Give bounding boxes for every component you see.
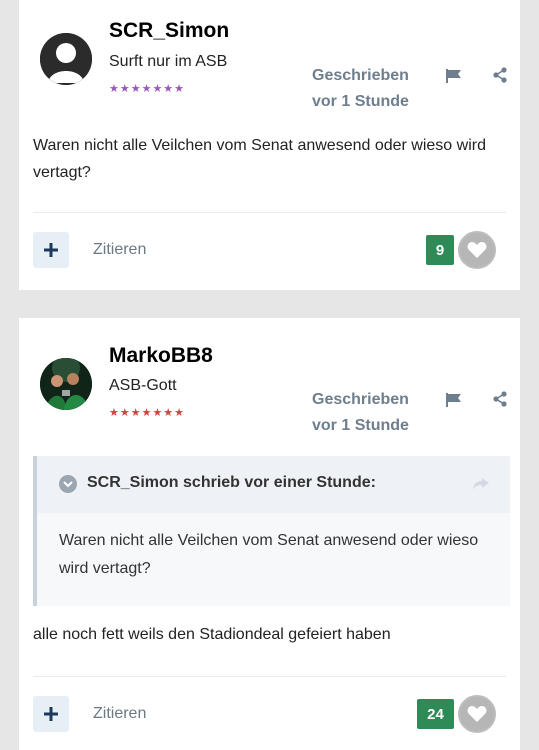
post-time[interactable]: vor 1 Stunde xyxy=(312,413,409,439)
quote-button[interactable]: Zitieren xyxy=(93,705,146,723)
divider xyxy=(33,676,506,677)
post-card: MarkoBB8 ASB-Gott ★★★★★★★ Geschrieben vo… xyxy=(19,318,520,750)
post-body: Waren nicht alle Veilchen vom Senat anwe… xyxy=(33,137,486,181)
post-meta: Geschrieben vor 1 Stunde xyxy=(312,387,409,439)
post-username[interactable]: MarkoBB8 xyxy=(109,344,213,368)
plus-icon xyxy=(44,707,58,721)
written-label: Geschrieben xyxy=(312,391,409,408)
flag-icon[interactable] xyxy=(445,68,463,84)
post-body: alle noch fett weils den Stadiondeal gef… xyxy=(33,626,391,643)
like-button[interactable] xyxy=(458,695,496,733)
plus-icon xyxy=(44,243,58,257)
share-icon[interactable] xyxy=(492,391,508,407)
quote-header[interactable]: SCR_Simon schrieb vor einer Stunde: xyxy=(37,456,510,513)
user-rank: ASB-Gott xyxy=(109,377,177,394)
post-meta: Geschrieben vor 1 Stunde xyxy=(312,63,409,115)
rank-stars: ★★★★★★★ xyxy=(109,407,186,419)
divider xyxy=(33,212,506,213)
heart-icon xyxy=(467,242,487,258)
reply-arrow-icon[interactable] xyxy=(472,477,490,491)
user-rank: Surft nur im ASB xyxy=(109,53,228,70)
post-card: SCR_Simon Surft nur im ASB ★★★★★★★ Gesch… xyxy=(19,0,520,290)
reaction-count[interactable]: 9 xyxy=(426,235,454,265)
flag-icon[interactable] xyxy=(445,392,463,408)
rank-stars: ★★★★★★★ xyxy=(109,83,186,95)
post-username[interactable]: SCR_Simon xyxy=(109,19,229,43)
written-label: Geschrieben xyxy=(312,67,409,84)
share-icon[interactable] xyxy=(492,67,508,83)
chevron-down-icon[interactable] xyxy=(59,475,77,493)
user-avatar[interactable] xyxy=(40,358,92,410)
quote-body: Waren nicht alle Veilchen vom Senat anwe… xyxy=(37,513,510,606)
quote-block: SCR_Simon schrieb vor einer Stunde: Ware… xyxy=(33,456,510,606)
quote-button[interactable]: Zitieren xyxy=(93,241,146,259)
multiquote-button[interactable] xyxy=(33,696,69,732)
post-time[interactable]: vor 1 Stunde xyxy=(312,89,409,115)
user-avatar[interactable] xyxy=(40,33,92,85)
like-button[interactable] xyxy=(458,231,496,269)
multiquote-button[interactable] xyxy=(33,232,69,268)
heart-icon xyxy=(467,706,487,722)
quote-text: Waren nicht alle Veilchen vom Senat anwe… xyxy=(59,532,479,577)
reaction-count[interactable]: 24 xyxy=(417,699,454,729)
quote-author: SCR_Simon schrieb vor einer Stunde: xyxy=(87,474,376,491)
